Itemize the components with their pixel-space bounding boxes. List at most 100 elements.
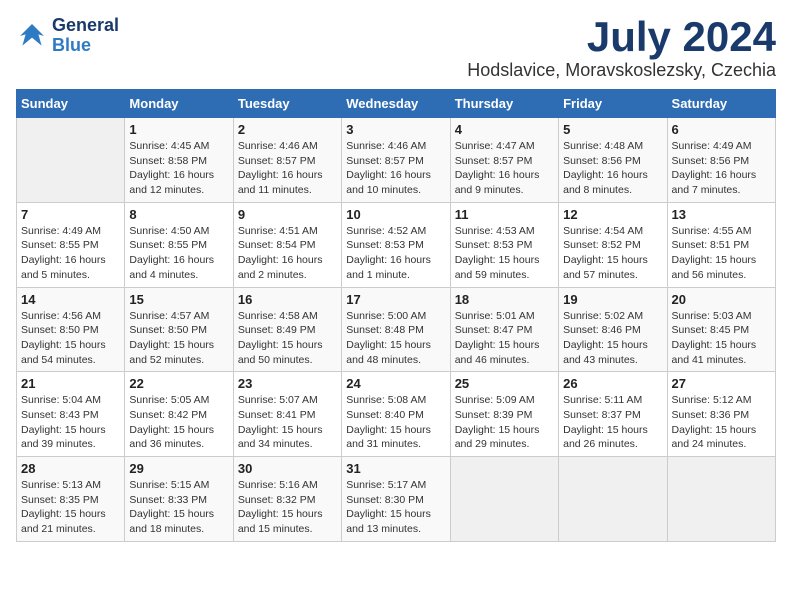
day-info: Sunrise: 5:00 AM Sunset: 8:48 PM Dayligh… [346,309,445,368]
day-info: Sunrise: 4:49 AM Sunset: 8:55 PM Dayligh… [21,224,120,283]
day-info: Sunrise: 4:46 AM Sunset: 8:57 PM Dayligh… [346,139,445,198]
calendar-cell: 31 Sunrise: 5:17 AM Sunset: 8:30 PM Dayli… [342,457,450,542]
calendar-cell: 1Sunrise: 4:45 AM Sunset: 8:58 PM Daylig… [125,118,233,203]
day-info: Sunrise: 5:02 AM Sunset: 8:46 PM Dayligh… [563,309,662,368]
day-number: 5 [563,122,662,137]
calendar-cell [17,118,125,203]
calendar-cell: 21Sunrise: 5:04 AM Sunset: 8:43 PM Dayli… [17,372,125,457]
calendar-cell: 17 Sunrise: 5:00 AM Sunset: 8:48 PM Dayli… [342,287,450,372]
day-info: Sunrise: 5:09 AM Sunset: 8:39 PM Dayligh… [455,393,554,452]
day-info: Sunrise: 4:51 AM Sunset: 8:54 PM Dayligh… [238,224,337,283]
calendar-week-4: 21Sunrise: 5:04 AM Sunset: 8:43 PM Dayli… [17,372,776,457]
day-number: 16 [238,292,337,307]
logo: General Blue [16,16,119,56]
calendar-cell: 20 Sunrise: 5:03 AM Sunset: 8:45 PM Dayli… [667,287,775,372]
day-number: 17 [346,292,445,307]
calendar-cell: 6 Sunrise: 4:49 AM Sunset: 8:56 PM Daylig… [667,118,775,203]
header-tuesday: Tuesday [233,90,341,118]
day-info: Sunrise: 5:13 AM Sunset: 8:35 PM Dayligh… [21,478,120,537]
calendar-week-3: 14Sunrise: 4:56 AM Sunset: 8:50 PM Dayli… [17,287,776,372]
day-number: 8 [129,207,228,222]
day-info: Sunrise: 5:03 AM Sunset: 8:45 PM Dayligh… [672,309,771,368]
page-header: General Blue July 2024 Hodslavice, Morav… [16,16,776,81]
day-number: 2 [238,122,337,137]
day-number: 3 [346,122,445,137]
calendar-cell: 14Sunrise: 4:56 AM Sunset: 8:50 PM Dayli… [17,287,125,372]
day-number: 22 [129,376,228,391]
day-number: 10 [346,207,445,222]
day-number: 15 [129,292,228,307]
calendar-cell: 12 Sunrise: 4:54 AM Sunset: 8:52 PM Dayli… [559,202,667,287]
month-title: July 2024 [467,16,776,58]
calendar-cell: 3 Sunrise: 4:46 AM Sunset: 8:57 PM Daylig… [342,118,450,203]
calendar-week-2: 7Sunrise: 4:49 AM Sunset: 8:55 PM Daylig… [17,202,776,287]
day-number: 19 [563,292,662,307]
day-number: 30 [238,461,337,476]
calendar-cell [450,457,558,542]
calendar-cell: 28 Sunrise: 5:13 AM Sunset: 8:35 PM Dayli… [17,457,125,542]
calendar-header-row: SundayMondayTuesdayWednesdayThursdayFrid… [17,90,776,118]
calendar-cell: 11Sunrise: 4:53 AM Sunset: 8:53 PM Dayli… [450,202,558,287]
day-number: 6 [672,122,771,137]
calendar-cell: 29 Sunrise: 5:15 AM Sunset: 8:33 PM Dayli… [125,457,233,542]
header-thursday: Thursday [450,90,558,118]
day-info: Sunrise: 4:49 AM Sunset: 8:56 PM Dayligh… [672,139,771,198]
calendar-cell: 30 Sunrise: 5:16 AM Sunset: 8:32 PM Dayli… [233,457,341,542]
day-info: Sunrise: 4:55 AM Sunset: 8:51 PM Dayligh… [672,224,771,283]
day-number: 25 [455,376,554,391]
header-saturday: Saturday [667,90,775,118]
day-info: Sunrise: 5:11 AM Sunset: 8:37 PM Dayligh… [563,393,662,452]
day-info: Sunrise: 5:07 AM Sunset: 8:41 PM Dayligh… [238,393,337,452]
calendar-cell: 15Sunrise: 4:57 AM Sunset: 8:50 PM Dayli… [125,287,233,372]
header-sunday: Sunday [17,90,125,118]
day-info: Sunrise: 5:08 AM Sunset: 8:40 PM Dayligh… [346,393,445,452]
day-info: Sunrise: 4:46 AM Sunset: 8:57 PM Dayligh… [238,139,337,198]
logo-text: General Blue [52,16,119,56]
calendar-cell [559,457,667,542]
day-info: Sunrise: 5:04 AM Sunset: 8:43 PM Dayligh… [21,393,120,452]
logo-icon [16,20,48,52]
calendar-cell: 9 Sunrise: 4:51 AM Sunset: 8:54 PM Daylig… [233,202,341,287]
day-info: Sunrise: 4:58 AM Sunset: 8:49 PM Dayligh… [238,309,337,368]
calendar-cell: 27 Sunrise: 5:12 AM Sunset: 8:36 PM Dayli… [667,372,775,457]
day-number: 13 [672,207,771,222]
day-info: Sunrise: 4:56 AM Sunset: 8:50 PM Dayligh… [21,309,120,368]
day-info: Sunrise: 4:54 AM Sunset: 8:52 PM Dayligh… [563,224,662,283]
calendar-cell: 5Sunrise: 4:48 AM Sunset: 8:56 PM Daylig… [559,118,667,203]
day-number: 18 [455,292,554,307]
day-number: 20 [672,292,771,307]
day-info: Sunrise: 5:17 AM Sunset: 8:30 PM Dayligh… [346,478,445,537]
day-number: 29 [129,461,228,476]
day-number: 11 [455,207,554,222]
day-number: 31 [346,461,445,476]
calendar-cell: 26Sunrise: 5:11 AM Sunset: 8:37 PM Dayli… [559,372,667,457]
day-info: Sunrise: 4:47 AM Sunset: 8:57 PM Dayligh… [455,139,554,198]
day-number: 28 [21,461,120,476]
calendar-cell: 2 Sunrise: 4:46 AM Sunset: 8:57 PM Daylig… [233,118,341,203]
day-number: 27 [672,376,771,391]
day-info: Sunrise: 5:05 AM Sunset: 8:42 PM Dayligh… [129,393,228,452]
day-info: Sunrise: 5:16 AM Sunset: 8:32 PM Dayligh… [238,478,337,537]
calendar-cell: 8 Sunrise: 4:50 AM Sunset: 8:55 PM Daylig… [125,202,233,287]
calendar-cell: 25 Sunrise: 5:09 AM Sunset: 8:39 PM Dayli… [450,372,558,457]
day-info: Sunrise: 5:15 AM Sunset: 8:33 PM Dayligh… [129,478,228,537]
day-number: 9 [238,207,337,222]
day-info: Sunrise: 4:50 AM Sunset: 8:55 PM Dayligh… [129,224,228,283]
header-monday: Monday [125,90,233,118]
header-friday: Friday [559,90,667,118]
calendar-cell: 13 Sunrise: 4:55 AM Sunset: 8:51 PM Dayli… [667,202,775,287]
day-info: Sunrise: 5:12 AM Sunset: 8:36 PM Dayligh… [672,393,771,452]
calendar-cell: 19 Sunrise: 5:02 AM Sunset: 8:46 PM Dayli… [559,287,667,372]
header-wednesday: Wednesday [342,90,450,118]
day-number: 4 [455,122,554,137]
calendar-cell: 16 Sunrise: 4:58 AM Sunset: 8:49 PM Dayli… [233,287,341,372]
calendar-cell: 18 Sunrise: 5:01 AM Sunset: 8:47 PM Dayli… [450,287,558,372]
day-number: 1 [129,122,228,137]
calendar-cell: 10Sunrise: 4:52 AM Sunset: 8:53 PM Dayli… [342,202,450,287]
calendar-week-5: 28 Sunrise: 5:13 AM Sunset: 8:35 PM Dayli… [17,457,776,542]
day-info: Sunrise: 5:01 AM Sunset: 8:47 PM Dayligh… [455,309,554,368]
day-number: 12 [563,207,662,222]
calendar-cell: 7Sunrise: 4:49 AM Sunset: 8:55 PM Daylig… [17,202,125,287]
calendar-cell: 24 Sunrise: 5:08 AM Sunset: 8:40 PM Dayli… [342,372,450,457]
day-number: 24 [346,376,445,391]
